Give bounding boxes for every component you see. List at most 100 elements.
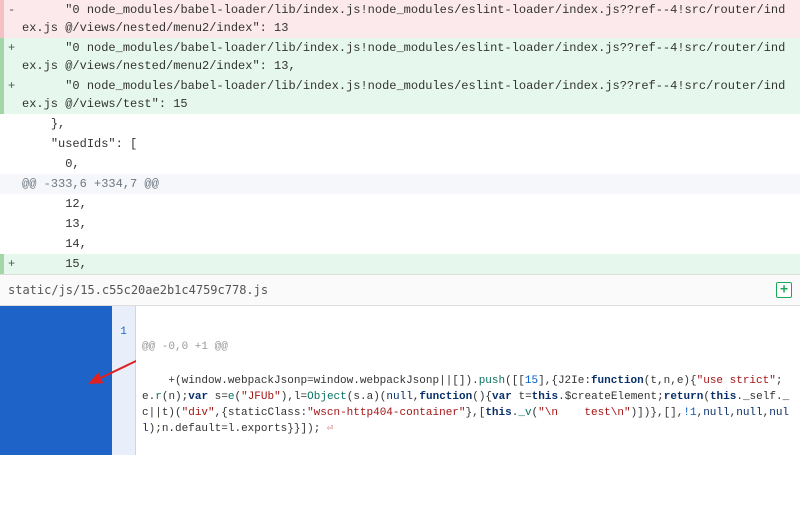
token-op: || (149, 407, 162, 419)
token-op: , (657, 375, 664, 387)
token-op: = (221, 423, 228, 435)
line-number: 1 (114, 310, 133, 341)
token-fn: _v (518, 407, 531, 419)
token-prop: _self (743, 391, 776, 403)
token-prop: default (175, 423, 221, 435)
token-str: "\n test\n" (538, 407, 630, 419)
token-op: }}]); (287, 423, 320, 435)
token-null: null (736, 407, 762, 419)
code-hunk-header: @@ -0,0 +1 @@ (142, 340, 794, 358)
token-kw: var (188, 391, 208, 403)
token-op: = (221, 391, 228, 403)
file-header[interactable]: static/js/15.c55c20ae2b1c4759c778.js + (0, 274, 800, 306)
token-id: l (294, 391, 301, 403)
token-prop: webpackJsonp (228, 375, 307, 387)
diff-sign (8, 215, 22, 233)
gutter (0, 306, 112, 455)
token-num: !1 (683, 407, 696, 419)
token-id: s (353, 391, 360, 403)
token-op: )( (373, 391, 386, 403)
token-fn: push (479, 375, 505, 387)
diff-line-ctx[interactable]: "usedIds": [ (0, 134, 800, 154)
token-null: null (386, 391, 412, 403)
diff-sign: + (8, 77, 22, 113)
token-op: ); (175, 391, 188, 403)
token-op: )])},[], (631, 407, 684, 419)
token-op: ||[]). (439, 375, 479, 387)
diff-text: "0 node_modules/babel-loader/lib/index.j… (22, 1, 792, 37)
diff-sign (8, 155, 22, 173)
token-prop: $createElement (565, 391, 657, 403)
code-content[interactable]: @@ -0,0 +1 @@ +(window.webpackJsonp=wind… (136, 306, 800, 455)
token-str: "div" (182, 407, 215, 419)
diff-text: "0 node_modules/babel-loader/lib/index.j… (22, 39, 792, 75)
diff-sign (8, 195, 22, 213)
token-op: ,{ (215, 407, 228, 419)
diff-line-hunk[interactable]: @@ -333,6 +334,7 @@ (0, 174, 800, 194)
diff-text: }, (22, 115, 792, 133)
token-op (208, 391, 215, 403)
token-op: . (558, 391, 565, 403)
token-kw: function (419, 391, 472, 403)
diff-text: 12, (22, 195, 792, 213)
diff-text: "usedIds": [ (22, 135, 792, 153)
token-id: window (314, 375, 354, 387)
token-fn: Object (307, 391, 347, 403)
token-op: . (353, 375, 360, 387)
diff-line-ctx[interactable]: }, (0, 114, 800, 134)
token-prop: exports (241, 423, 287, 435)
diff-sign (8, 115, 22, 133)
token-op: (){ (472, 391, 492, 403)
diff-line-add[interactable]: + 15, (0, 254, 800, 274)
token-this: this (532, 391, 558, 403)
line-number-column: 1 (112, 306, 136, 455)
token-num: 15 (525, 375, 538, 387)
token-op: ( (703, 391, 710, 403)
token-op: . (736, 391, 743, 403)
diff-line-add[interactable]: + "0 node_modules/babel-loader/lib/index… (0, 76, 800, 114)
token-this: this (485, 407, 511, 419)
token-op: +( (168, 375, 181, 387)
add-file-icon[interactable]: + (776, 282, 792, 298)
token-op: : (584, 375, 591, 387)
diff-line-ctx[interactable]: 14, (0, 234, 800, 254)
diff-sign: + (8, 39, 22, 75)
token-op: ; (657, 391, 664, 403)
diff-line-ctx[interactable]: 0, (0, 154, 800, 174)
token-op: , (670, 375, 677, 387)
diff-text: 0, (22, 155, 792, 173)
diff-text: 14, (22, 235, 792, 253)
token-op: },[ (466, 407, 486, 419)
token-op: ), (281, 391, 294, 403)
token-kw: var (492, 391, 512, 403)
token-op: ); (149, 423, 162, 435)
file-path: static/js/15.c55c20ae2b1c4759c778.js (8, 281, 776, 299)
token-op: )( (168, 407, 181, 419)
diff-line-ctx[interactable]: 12, (0, 194, 800, 214)
code-block: 1 @@ -0,0 +1 @@ +(window.webpackJsonp=wi… (0, 306, 800, 455)
token-op: ){ (683, 375, 696, 387)
diff-line-ctx[interactable]: 13, (0, 214, 800, 234)
token-str: "use strict" (697, 375, 776, 387)
diff-sign (8, 235, 22, 253)
token-op: = (525, 391, 532, 403)
token-fn: r (155, 391, 162, 403)
diff-line-add[interactable]: + "0 node_modules/babel-loader/lib/index… (0, 38, 800, 76)
token-kw: function (591, 375, 644, 387)
token-id: e (142, 391, 149, 403)
diff-text: 13, (22, 215, 792, 233)
diff-line-del[interactable]: - "0 node_modules/babel-loader/lib/index… (0, 0, 800, 38)
diff-sign (8, 135, 22, 153)
token-prop: webpackJsonp (360, 375, 439, 387)
token-str: "JFUb" (241, 391, 281, 403)
token-op: . (360, 391, 367, 403)
diff-sign: - (8, 1, 22, 37)
token-op: ],{ (538, 375, 558, 387)
token-id: window (182, 375, 222, 387)
token-kw: return (664, 391, 704, 403)
token-prop: J2Ie (558, 375, 584, 387)
token-op: = (307, 375, 314, 387)
diff-block: - "0 node_modules/babel-loader/lib/index… (0, 0, 800, 274)
token-op: ; (776, 375, 783, 387)
token-fn: e (228, 391, 235, 403)
